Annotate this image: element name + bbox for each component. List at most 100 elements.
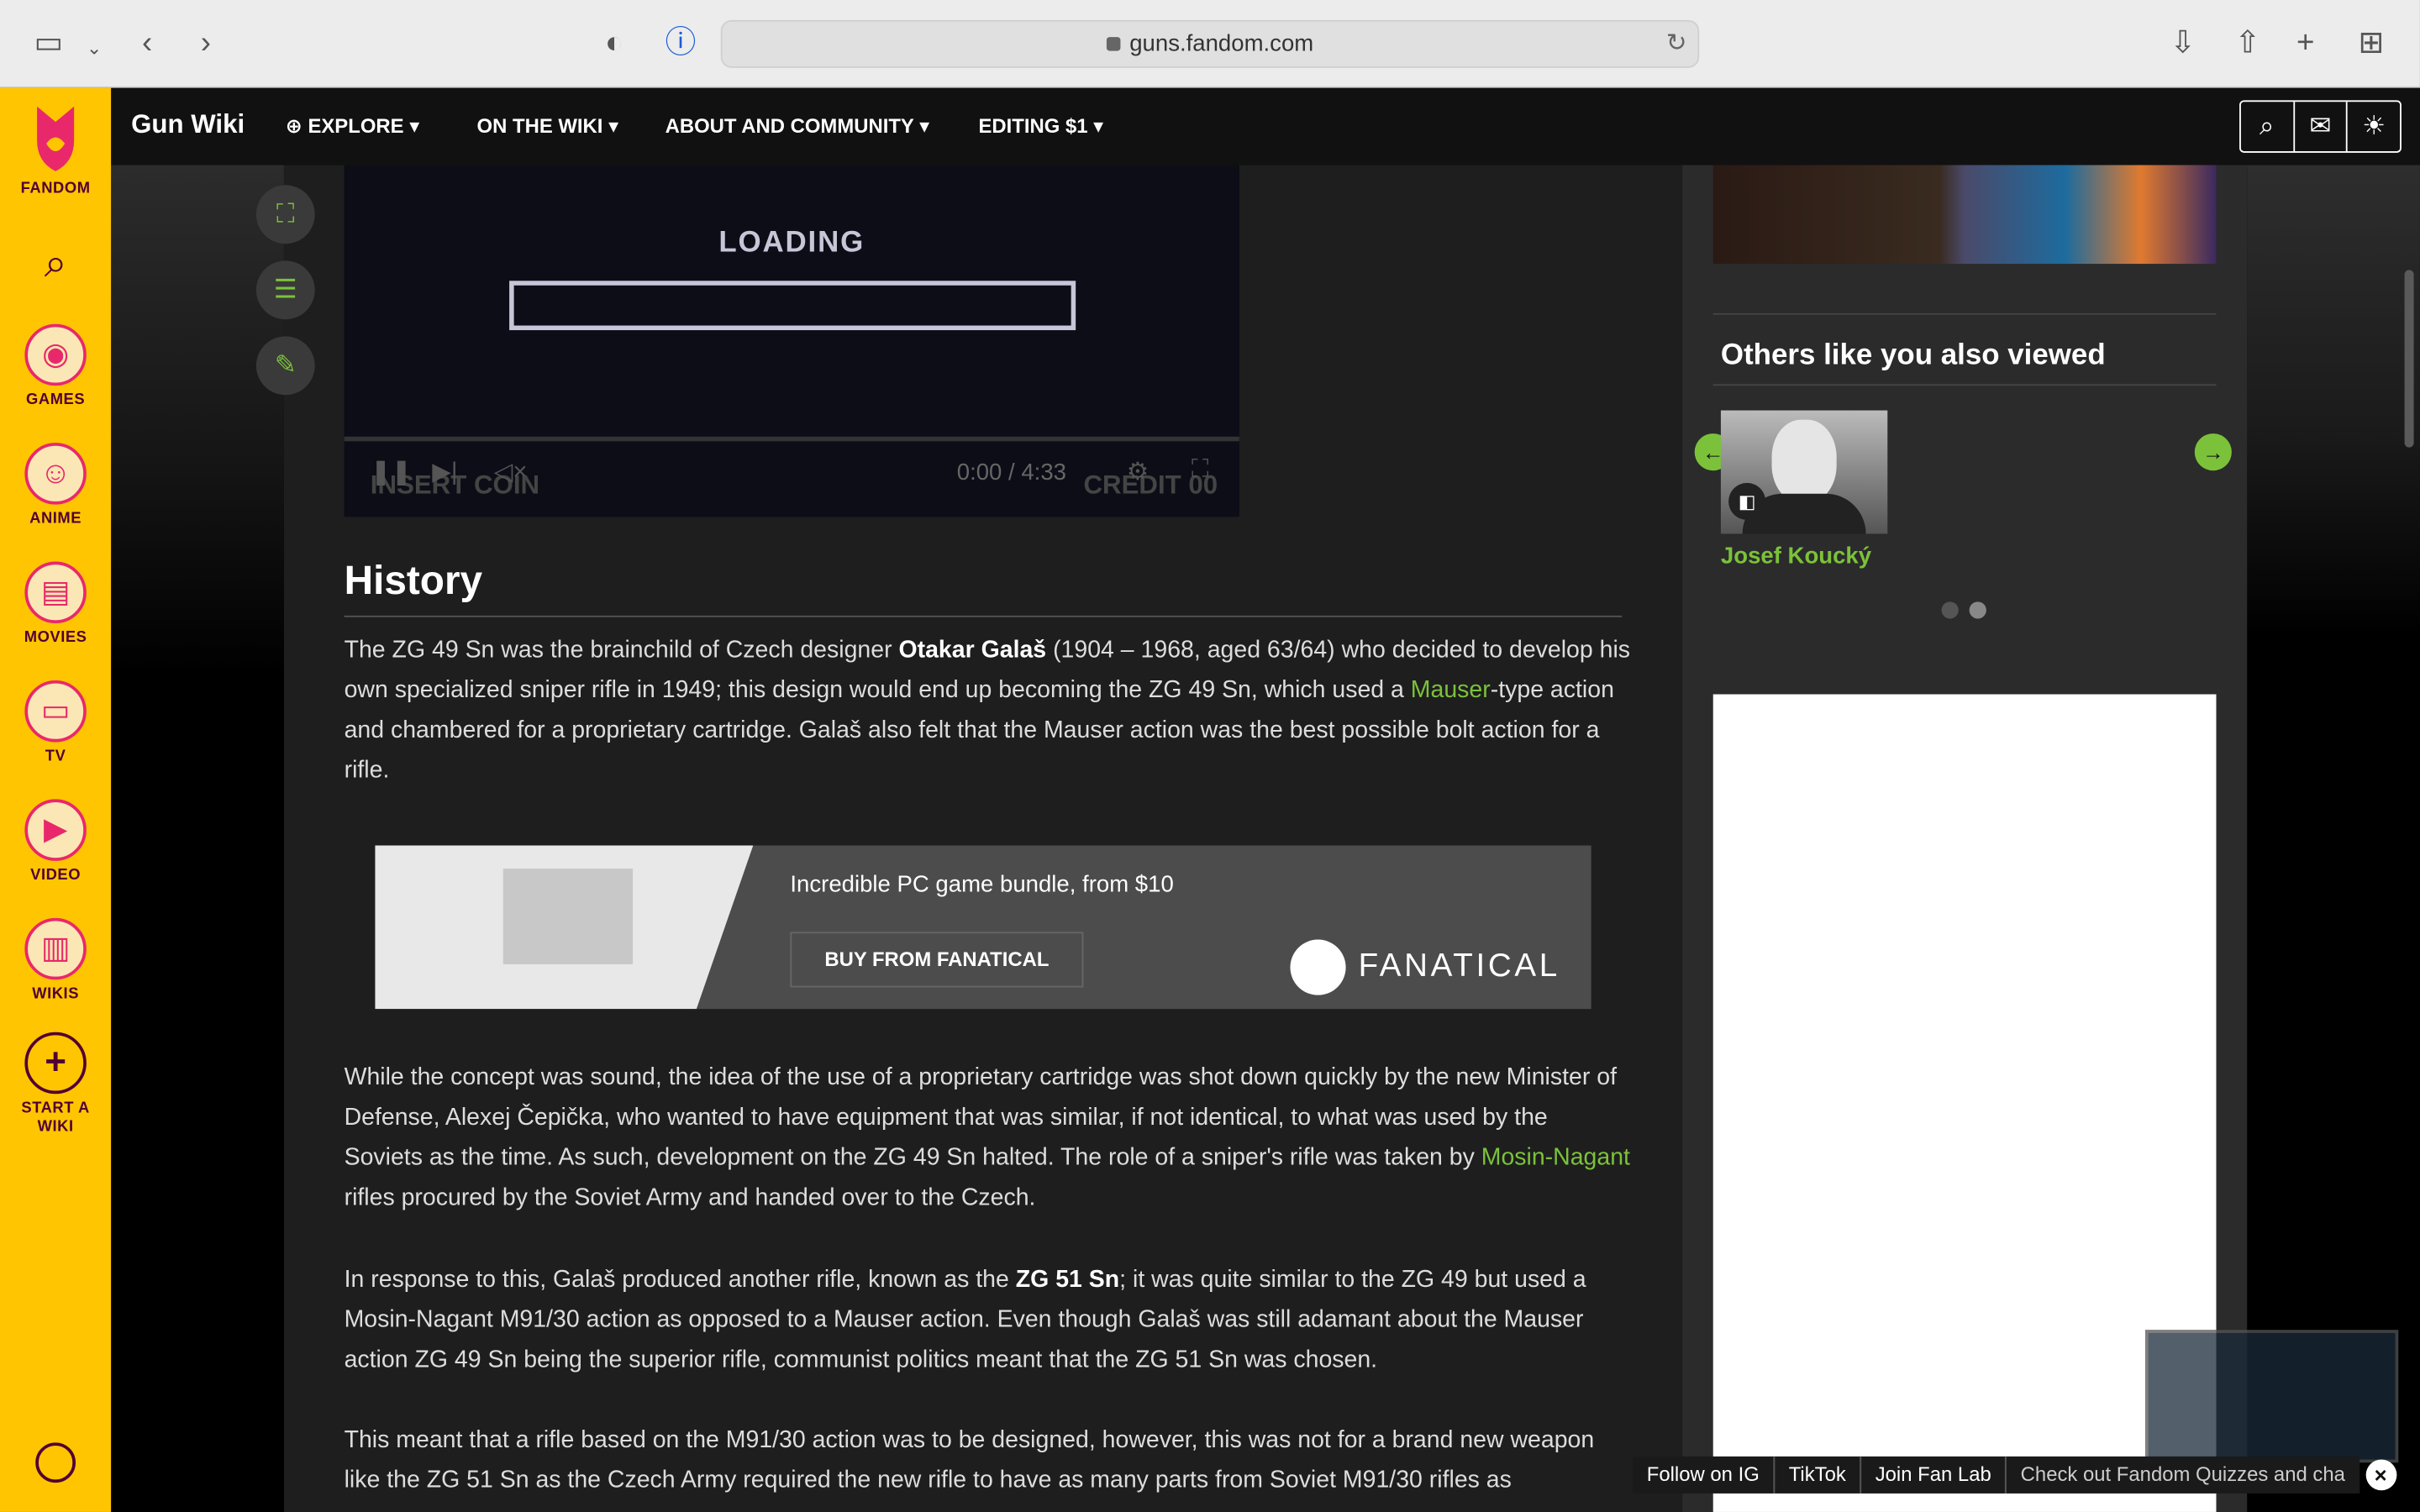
recommendation-link[interactable]: Josef Koucký bbox=[1721, 543, 1871, 570]
caret-down-icon: ▾ bbox=[919, 113, 930, 138]
quizzes-link[interactable]: Check out Fandom Quizzes and cha bbox=[2007, 1456, 2360, 1494]
nav-explore[interactable]: ⊕ EXPLORE ▾ bbox=[286, 114, 419, 139]
screen: ▭ ⌄ ‹ › ◐ ⓘ guns.fandom.com ↻ ⇩ ⇧ + ⊞ FA… bbox=[0, 0, 2420, 1512]
fandom-logo[interactable]: FANDOM bbox=[0, 100, 111, 199]
fandom-global-nav: FANDOM ⌕ ◉ GAMES ☺ ANIME ▤ MOVIES ▭ TV ▶… bbox=[0, 87, 112, 1512]
rail-item-anime[interactable]: ☺ ANIME bbox=[0, 443, 111, 529]
mute-icon[interactable]: ◁× bbox=[494, 457, 528, 488]
chevron-down-icon[interactable]: ⌄ bbox=[87, 28, 102, 68]
carousel-next-icon[interactable]: → bbox=[2194, 433, 2232, 471]
video-preview-thumbnail[interactable] bbox=[2145, 1330, 2399, 1463]
paragraph-4: This meant that a rifle based on the M91… bbox=[344, 1426, 1595, 1494]
fullscreen-icon[interactable]: ⛶ bbox=[1192, 457, 1209, 485]
divider bbox=[1712, 312, 2217, 315]
background-art-right bbox=[2247, 165, 2420, 1512]
pause-icon[interactable]: ❚❚ bbox=[371, 457, 412, 488]
rail-item-movies[interactable]: ▤ MOVIES bbox=[0, 561, 111, 648]
tab-overview-icon[interactable]: ⊞ bbox=[2358, 24, 2384, 64]
nav-editing-label: EDITING $1 bbox=[978, 113, 1088, 138]
nav-about[interactable]: ABOUT AND COMMUNITY ▾ bbox=[666, 114, 929, 139]
rail-item-label: WIKIS bbox=[32, 985, 80, 1003]
video-time: 0:00 / 4:33 bbox=[956, 459, 1066, 486]
heading-divider bbox=[344, 615, 1623, 617]
address-bar[interactable]: guns.fandom.com ↻ bbox=[720, 19, 1700, 68]
search-button[interactable]: ⌕ bbox=[0, 239, 111, 289]
video-loading-text: LOADING bbox=[718, 226, 865, 260]
paragraph-1: The ZG 49 Sn was the brainchild of Czech… bbox=[345, 631, 1632, 791]
link-mosin-nagant[interactable]: Mosin-Nagant bbox=[1481, 1145, 1630, 1171]
rail-item-label: VIDEO bbox=[30, 867, 82, 885]
text: The ZG 49 Sn was the brainchild of Czech… bbox=[344, 637, 899, 664]
game-controller-icon: ◉ bbox=[24, 323, 87, 386]
search-icon[interactable]: ⌕ bbox=[2241, 102, 2295, 151]
nav-on-the-wiki[interactable]: ON THE WIKI ▾ bbox=[477, 114, 619, 139]
ad-buy-button[interactable]: BUY FROM FANATICAL bbox=[790, 932, 1084, 988]
ad-banner[interactable]: Incredible PC game bundle, from $10 BUY … bbox=[375, 845, 1591, 1010]
caret-down-icon: ▾ bbox=[608, 113, 619, 138]
bold-name: Otakar Galaš bbox=[898, 637, 1047, 664]
shield-icon[interactable]: ◐ bbox=[605, 24, 623, 64]
expand-icon[interactable]: ⛶ bbox=[255, 185, 315, 244]
start-a-wiki-button[interactable]: + START A WIKI bbox=[0, 1032, 111, 1137]
discussions-icon[interactable]: ✉ bbox=[2295, 102, 2349, 151]
settings-icon[interactable]: ⚙ bbox=[1127, 457, 1149, 488]
play-icon: ▶ bbox=[24, 799, 87, 861]
theme-toggle-icon[interactable]: ☀ bbox=[2348, 102, 2400, 151]
user-account-button[interactable] bbox=[0, 1442, 111, 1483]
edit-pencil-icon[interactable]: ✎ bbox=[255, 336, 315, 396]
start-a-wiki-label: START A WIKI bbox=[21, 1100, 90, 1136]
section-heading: History bbox=[344, 557, 483, 604]
rail-item-label: ANIME bbox=[29, 510, 82, 528]
carousel-dot[interactable] bbox=[1941, 601, 1959, 619]
wiki-tools: ⌕ ✉ ☀ bbox=[2239, 100, 2402, 153]
wiki-title[interactable]: Gun Wiki bbox=[131, 109, 245, 140]
new-tab-icon[interactable]: + bbox=[2296, 24, 2314, 64]
bold-name: ZG 51 Sn bbox=[1015, 1266, 1120, 1294]
right-rail: Others like you also viewed ← → ◧ Josef … bbox=[1682, 165, 2248, 1512]
tiktok-link[interactable]: TikTok bbox=[1775, 1456, 1862, 1494]
portrait-face bbox=[1771, 419, 1837, 503]
fan-lab-link[interactable]: Join Fan Lab bbox=[1861, 1456, 2007, 1494]
close-icon[interactable]: × bbox=[2365, 1459, 2396, 1491]
reload-icon[interactable]: ↻ bbox=[1666, 28, 1687, 59]
table-of-contents-icon[interactable]: ☰ bbox=[255, 260, 315, 320]
download-icon[interactable]: ⇩ bbox=[2170, 24, 2196, 64]
ad-slot[interactable] bbox=[1712, 694, 2217, 1512]
wiki-header: Gun Wiki ⊕ EXPLORE ▾ ON THE WIKI ▾ ABOUT… bbox=[111, 87, 2420, 165]
clapperboard-icon: ▤ bbox=[24, 561, 87, 624]
share-icon[interactable]: ⇧ bbox=[2235, 24, 2261, 64]
plus-icon: + bbox=[24, 1032, 87, 1095]
recommendations-title: Others like you also viewed bbox=[1720, 339, 2106, 372]
video-loading-bar bbox=[509, 281, 1076, 331]
rail-item-games[interactable]: ◉ GAMES bbox=[0, 323, 111, 411]
rail-item-wikis[interactable]: ▥ WIKIS bbox=[0, 917, 111, 1005]
forward-icon[interactable]: › bbox=[201, 24, 211, 64]
user-icon bbox=[35, 1442, 76, 1483]
rail-item-tv[interactable]: ▭ TV bbox=[0, 680, 111, 767]
fanatical-logo-icon bbox=[1290, 939, 1346, 995]
follow-ig-link[interactable]: Follow on IG bbox=[1633, 1456, 1776, 1494]
nav-editing[interactable]: EDITING $1 ▾ bbox=[978, 114, 1103, 139]
recommendation-thumbnail[interactable]: ◧ bbox=[1720, 410, 1888, 534]
link-mauser[interactable]: Mauser bbox=[1411, 677, 1491, 703]
rail-item-video[interactable]: ▶ VIDEO bbox=[0, 799, 111, 885]
tv-icon: ▭ bbox=[24, 680, 87, 743]
carousel-dot-active[interactable] bbox=[1969, 601, 1986, 619]
lock-icon bbox=[1106, 37, 1121, 51]
browser-toolbar: ▭ ⌄ ‹ › ◐ ⓘ guns.fandom.com ↻ ⇩ ⇧ + ⊞ bbox=[0, 0, 2420, 88]
text: rifles procured by the Soviet Army and h… bbox=[344, 1184, 1036, 1211]
page-scrollbar[interactable] bbox=[2404, 270, 2414, 448]
back-icon[interactable]: ‹ bbox=[142, 24, 152, 64]
image-placeholder-icon bbox=[502, 869, 634, 964]
rail-item-label: TV bbox=[45, 748, 66, 766]
divider bbox=[1712, 384, 2217, 386]
anime-icon: ☺ bbox=[24, 443, 87, 505]
skip-icon[interactable]: ▶| bbox=[432, 457, 457, 488]
video-progress-bar[interactable] bbox=[344, 436, 1239, 442]
book-icon: ▥ bbox=[24, 917, 87, 980]
password-icon[interactable]: ⓘ bbox=[666, 24, 697, 64]
video-player[interactable]: LOADING INSERT COIN CREDIT 00 ❚❚ ▶| ◁× 0… bbox=[344, 165, 1239, 517]
fandom-heart-icon bbox=[28, 100, 83, 174]
sidebar-icon[interactable]: ▭ bbox=[34, 24, 63, 64]
rail-item-label: GAMES bbox=[26, 391, 86, 409]
